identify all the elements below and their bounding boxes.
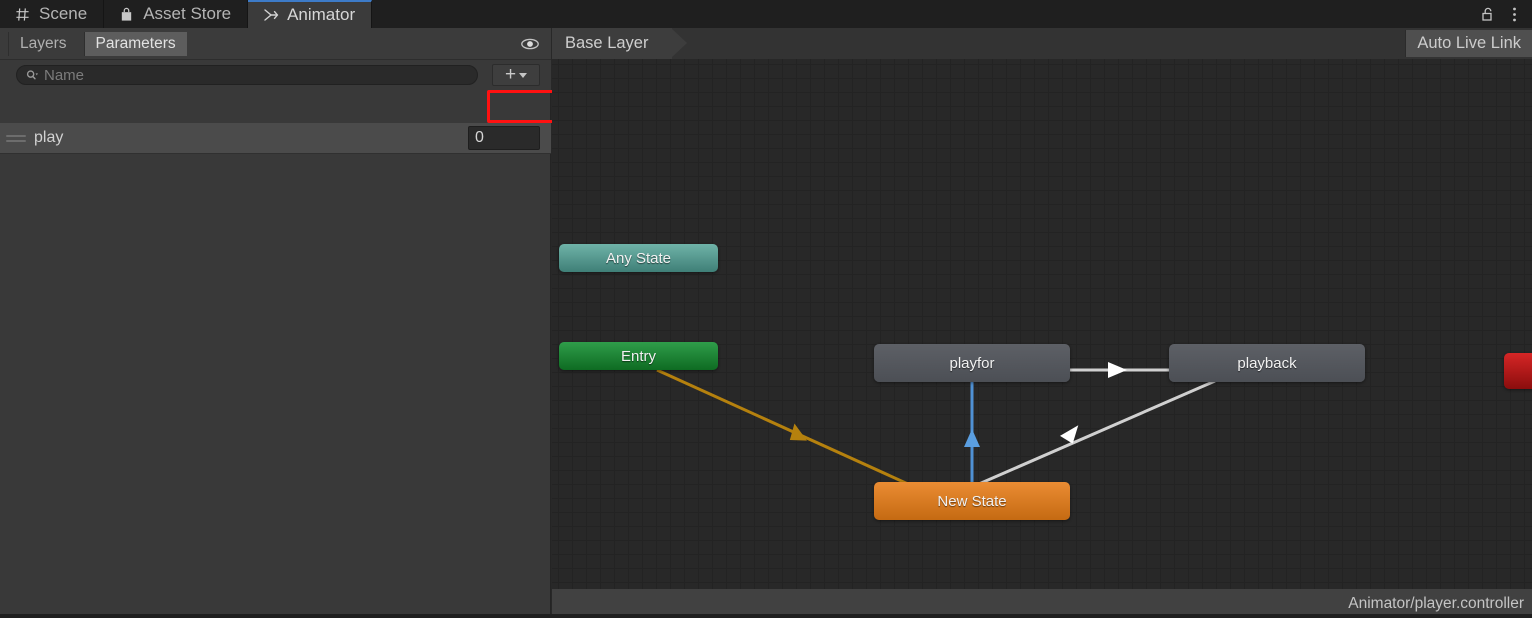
state-node-label: Any State [605,249,672,267]
state-node-exit[interactable] [1504,353,1532,389]
subtab-layers[interactable]: Layers [8,31,78,56]
plus-icon: + [504,64,517,85]
subtab-layers-label: Layers [20,34,67,52]
subtab-parameters[interactable]: Parameters [83,31,187,56]
state-node-entry[interactable]: Entry [559,342,718,370]
transition-entry-to-new-state [656,368,931,496]
add-parameter-highlight [487,90,555,123]
editor-tab-bar: Scene Asset Store Animator [0,0,1532,28]
transition-new-state-to-playback [971,379,1216,489]
search-input[interactable]: Name [16,65,478,85]
window-bottom-edge [0,614,1532,618]
tab-animator-label: Animator [287,5,356,24]
search-icon [26,69,39,82]
search-placeholder: Name [44,66,85,84]
grid-icon [14,6,31,23]
state-node-label: New State [937,492,1007,510]
state-node-playback[interactable]: playback [1169,344,1365,382]
state-node-new-state[interactable]: New State [874,482,1070,520]
parameters-panel: Layers Parameters Name + play 0 [0,28,555,618]
transition-edges [656,362,1216,496]
transition-new-state-to-playfor [964,382,980,482]
parameter-row-play[interactable]: play 0 [0,123,551,154]
tab-scene-label: Scene [39,4,88,23]
tab-asset-store[interactable]: Asset Store [104,0,249,28]
auto-live-link-label: Auto Live Link [1417,34,1521,52]
add-parameter-button[interactable]: + [492,64,540,86]
breadcrumb-base-layer[interactable]: Base Layer [552,28,688,59]
tab-animator[interactable]: Animator [248,0,373,28]
lock-open-icon[interactable] [1480,5,1496,23]
breadcrumb-label: Base Layer [565,34,649,52]
controller-path-label: Animator/player.controller [1348,594,1524,612]
tab-asset-store-label: Asset Store [143,4,232,23]
animator-arrow-icon [262,7,279,24]
panel-subtab-bar: Layers Parameters [0,28,551,60]
animator-graph-panel: Base Layer Auto Live Link Any State Entr… [552,28,1532,618]
parameter-search-row: Name + [0,60,551,90]
kebab-menu-icon[interactable] [1506,5,1522,23]
state-node-label: playback [1237,354,1297,372]
breadcrumb-bar: Base Layer Auto Live Link [552,28,1532,59]
tab-scene[interactable]: Scene [0,0,105,28]
state-node-label: playfor [949,354,995,372]
drag-handle-icon[interactable] [6,134,26,142]
state-node-any-state[interactable]: Any State [559,244,718,272]
eye-icon[interactable] [519,33,541,55]
tab-bar-spacer [372,0,1480,28]
state-node-playfor[interactable]: playfor [874,344,1070,382]
shopping-bag-icon [118,6,135,23]
window-tools [1480,0,1532,28]
state-node-label: Entry [620,347,656,365]
parameter-name: play [34,129,64,146]
subtab-parameters-label: Parameters [95,34,176,52]
state-machine-canvas[interactable]: Any State Entry playfor playback New Sta… [552,59,1532,618]
chevron-down-icon [519,72,528,78]
transition-playfor-to-playback [1070,362,1169,378]
auto-live-link-button[interactable]: Auto Live Link [1405,30,1532,57]
parameter-value-field[interactable]: 0 [468,126,540,150]
